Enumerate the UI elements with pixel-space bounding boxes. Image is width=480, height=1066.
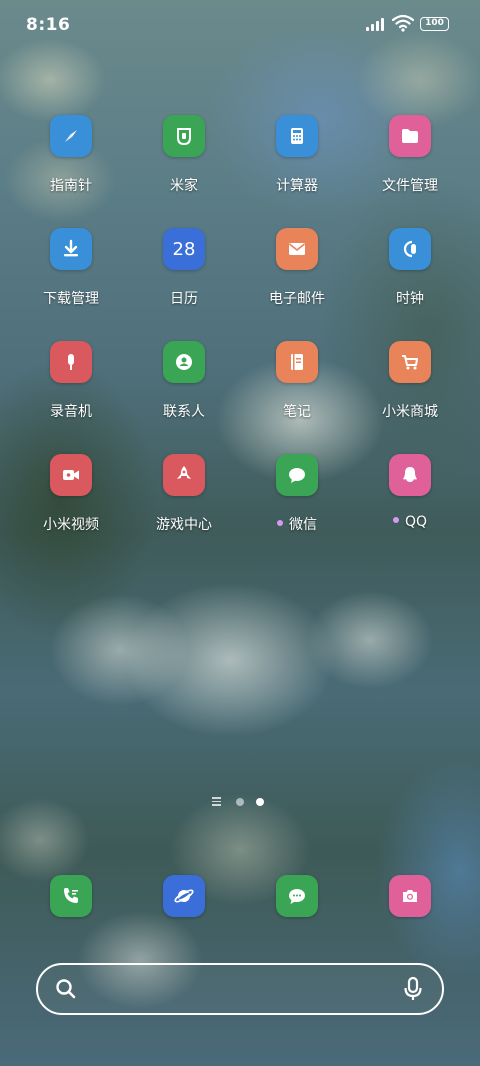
app-wechat[interactable]: 微信 <box>241 454 351 554</box>
app-label: 游戏中心 <box>156 517 212 533</box>
app-label: 时钟 <box>396 291 424 307</box>
game-rocket-icon <box>163 454 205 496</box>
messages-icon <box>289 889 305 904</box>
app-mi-video[interactable]: 小米视频 <box>15 454 125 554</box>
app-label: 计算器 <box>276 178 318 194</box>
app-label: QQ <box>354 514 466 530</box>
app-file-manager[interactable]: 文件管理 <box>354 115 464 215</box>
phone-icon <box>64 888 78 903</box>
app-label: 日历 <box>170 291 198 307</box>
app-label-text: QQ <box>404 514 428 530</box>
battery-icon: 100 <box>420 17 449 31</box>
menu-lines-icon <box>212 797 221 806</box>
dock-camera[interactable] <box>389 875 431 917</box>
calculator-icon <box>276 115 318 157</box>
app-label-text: 微信 <box>289 517 317 533</box>
microphone-icon[interactable] <box>402 976 424 1002</box>
folder-icon <box>389 115 431 157</box>
app-calendar[interactable]: 28 日历 <box>128 228 238 328</box>
wechat-icon <box>276 454 318 496</box>
notes-icon <box>276 341 318 383</box>
shop-cart-icon <box>389 341 431 383</box>
app-notes[interactable]: 笔记 <box>241 341 351 441</box>
recorder-icon <box>50 341 92 383</box>
mijia-icon <box>163 115 205 157</box>
app-recorder[interactable]: 录音机 <box>15 341 125 441</box>
app-label: 小米视频 <box>43 517 99 533</box>
app-label: 联系人 <box>163 404 205 420</box>
app-label: 电子邮件 <box>269 291 325 307</box>
app-label: 笔记 <box>283 404 311 420</box>
app-label: 微信 <box>241 514 353 534</box>
status-time: 8:16 <box>26 15 71 35</box>
app-contacts[interactable]: 联系人 <box>128 341 238 441</box>
app-label: 文件管理 <box>382 178 438 194</box>
app-label: 米家 <box>170 178 198 194</box>
app-game-center[interactable]: 游戏中心 <box>128 454 238 554</box>
compass-icon <box>50 115 92 157</box>
clock-icon <box>389 228 431 270</box>
app-email[interactable]: 电子邮件 <box>241 228 351 328</box>
calendar-icon: 28 <box>163 228 205 270</box>
app-calculator[interactable]: 计算器 <box>241 115 351 215</box>
app-mi-store[interactable]: 小米商城 <box>354 341 464 441</box>
status-bar: 8:16 100 <box>0 0 480 50</box>
page-dot[interactable] <box>236 798 244 806</box>
app-label: 指南针 <box>50 178 92 194</box>
search-bar[interactable] <box>36 963 444 1015</box>
calendar-day: 28 <box>172 238 196 260</box>
app-mijia[interactable]: 米家 <box>128 115 238 215</box>
app-downloads[interactable]: 下载管理 <box>15 228 125 328</box>
app-label: 小米商城 <box>382 404 438 420</box>
app-label: 录音机 <box>50 404 92 420</box>
cellular-signal-icon <box>366 17 386 31</box>
contacts-icon <box>163 341 205 383</box>
search-icon <box>56 979 76 999</box>
dock-messages[interactable] <box>276 875 318 917</box>
page-indicator[interactable] <box>212 796 268 808</box>
dock-browser[interactable] <box>163 875 205 917</box>
app-qq[interactable]: QQ <box>354 454 464 554</box>
mail-icon <box>276 228 318 270</box>
wifi-icon <box>392 14 414 32</box>
new-badge-dot <box>277 520 283 526</box>
camera-icon <box>403 890 417 902</box>
download-icon <box>50 228 92 270</box>
video-icon <box>50 454 92 496</box>
dock-phone[interactable] <box>50 875 92 917</box>
app-compass[interactable]: 指南针 <box>15 115 125 215</box>
app-label: 下载管理 <box>43 291 99 307</box>
app-clock[interactable]: 时钟 <box>354 228 464 328</box>
qq-icon <box>389 454 431 496</box>
new-badge-dot <box>392 517 399 523</box>
page-dot-active[interactable] <box>256 798 264 806</box>
browser-planet-icon <box>174 889 194 903</box>
